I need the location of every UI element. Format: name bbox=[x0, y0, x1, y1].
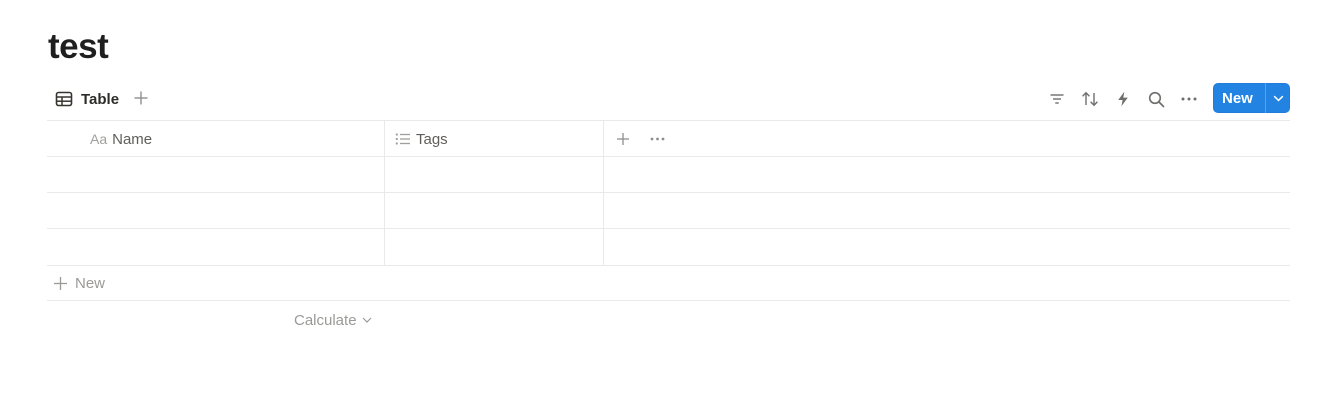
table-cell-tags[interactable] bbox=[385, 193, 603, 229]
table-top-border bbox=[47, 120, 1290, 121]
chevron-down-icon[interactable] bbox=[1266, 83, 1290, 113]
add-row-label: New bbox=[75, 274, 106, 292]
chevron-down-icon bbox=[362, 317, 372, 323]
calculate-dropdown[interactable]: Calculate bbox=[294, 309, 372, 331]
add-property-plus-icon[interactable] bbox=[614, 121, 632, 157]
table-cell-name[interactable] bbox=[47, 193, 384, 229]
view-toolbar: Table New bbox=[47, 83, 1290, 115]
table-cell-tags[interactable] bbox=[385, 229, 603, 265]
table-icon bbox=[55, 90, 73, 108]
calculate-label: Calculate bbox=[294, 311, 357, 329]
new-button-label[interactable]: New bbox=[1213, 90, 1265, 107]
footer-divider bbox=[47, 300, 1290, 301]
tab-table-label: Table bbox=[81, 90, 120, 108]
column-divider bbox=[603, 120, 604, 265]
tab-table-view[interactable]: Table bbox=[51, 85, 123, 113]
more-icon[interactable] bbox=[648, 121, 666, 157]
automation-lightning-icon[interactable] bbox=[1113, 89, 1133, 109]
list-icon bbox=[395, 132, 411, 146]
add-row-button[interactable]: New bbox=[53, 272, 105, 294]
new-button[interactable]: New bbox=[1213, 83, 1290, 113]
table-cell-name[interactable] bbox=[47, 157, 384, 193]
page-title[interactable]: test bbox=[48, 26, 109, 68]
filter-icon[interactable] bbox=[1047, 89, 1067, 109]
add-view-plus-icon[interactable] bbox=[131, 88, 151, 108]
table-cell-tags[interactable] bbox=[385, 157, 603, 193]
column-header-name[interactable]: Aa Name bbox=[90, 121, 152, 157]
table-cell-name[interactable] bbox=[47, 229, 384, 265]
more-icon[interactable] bbox=[1179, 89, 1199, 109]
plus-icon bbox=[53, 276, 68, 291]
sort-icon[interactable] bbox=[1080, 89, 1100, 109]
column-header-tags[interactable]: Tags bbox=[395, 121, 448, 157]
text-type-icon: Aa bbox=[90, 131, 108, 147]
search-icon[interactable] bbox=[1146, 89, 1166, 109]
column-header-tags-label: Tags bbox=[416, 130, 448, 148]
column-header-name-label: Name bbox=[112, 130, 153, 148]
row-divider bbox=[47, 265, 1290, 266]
